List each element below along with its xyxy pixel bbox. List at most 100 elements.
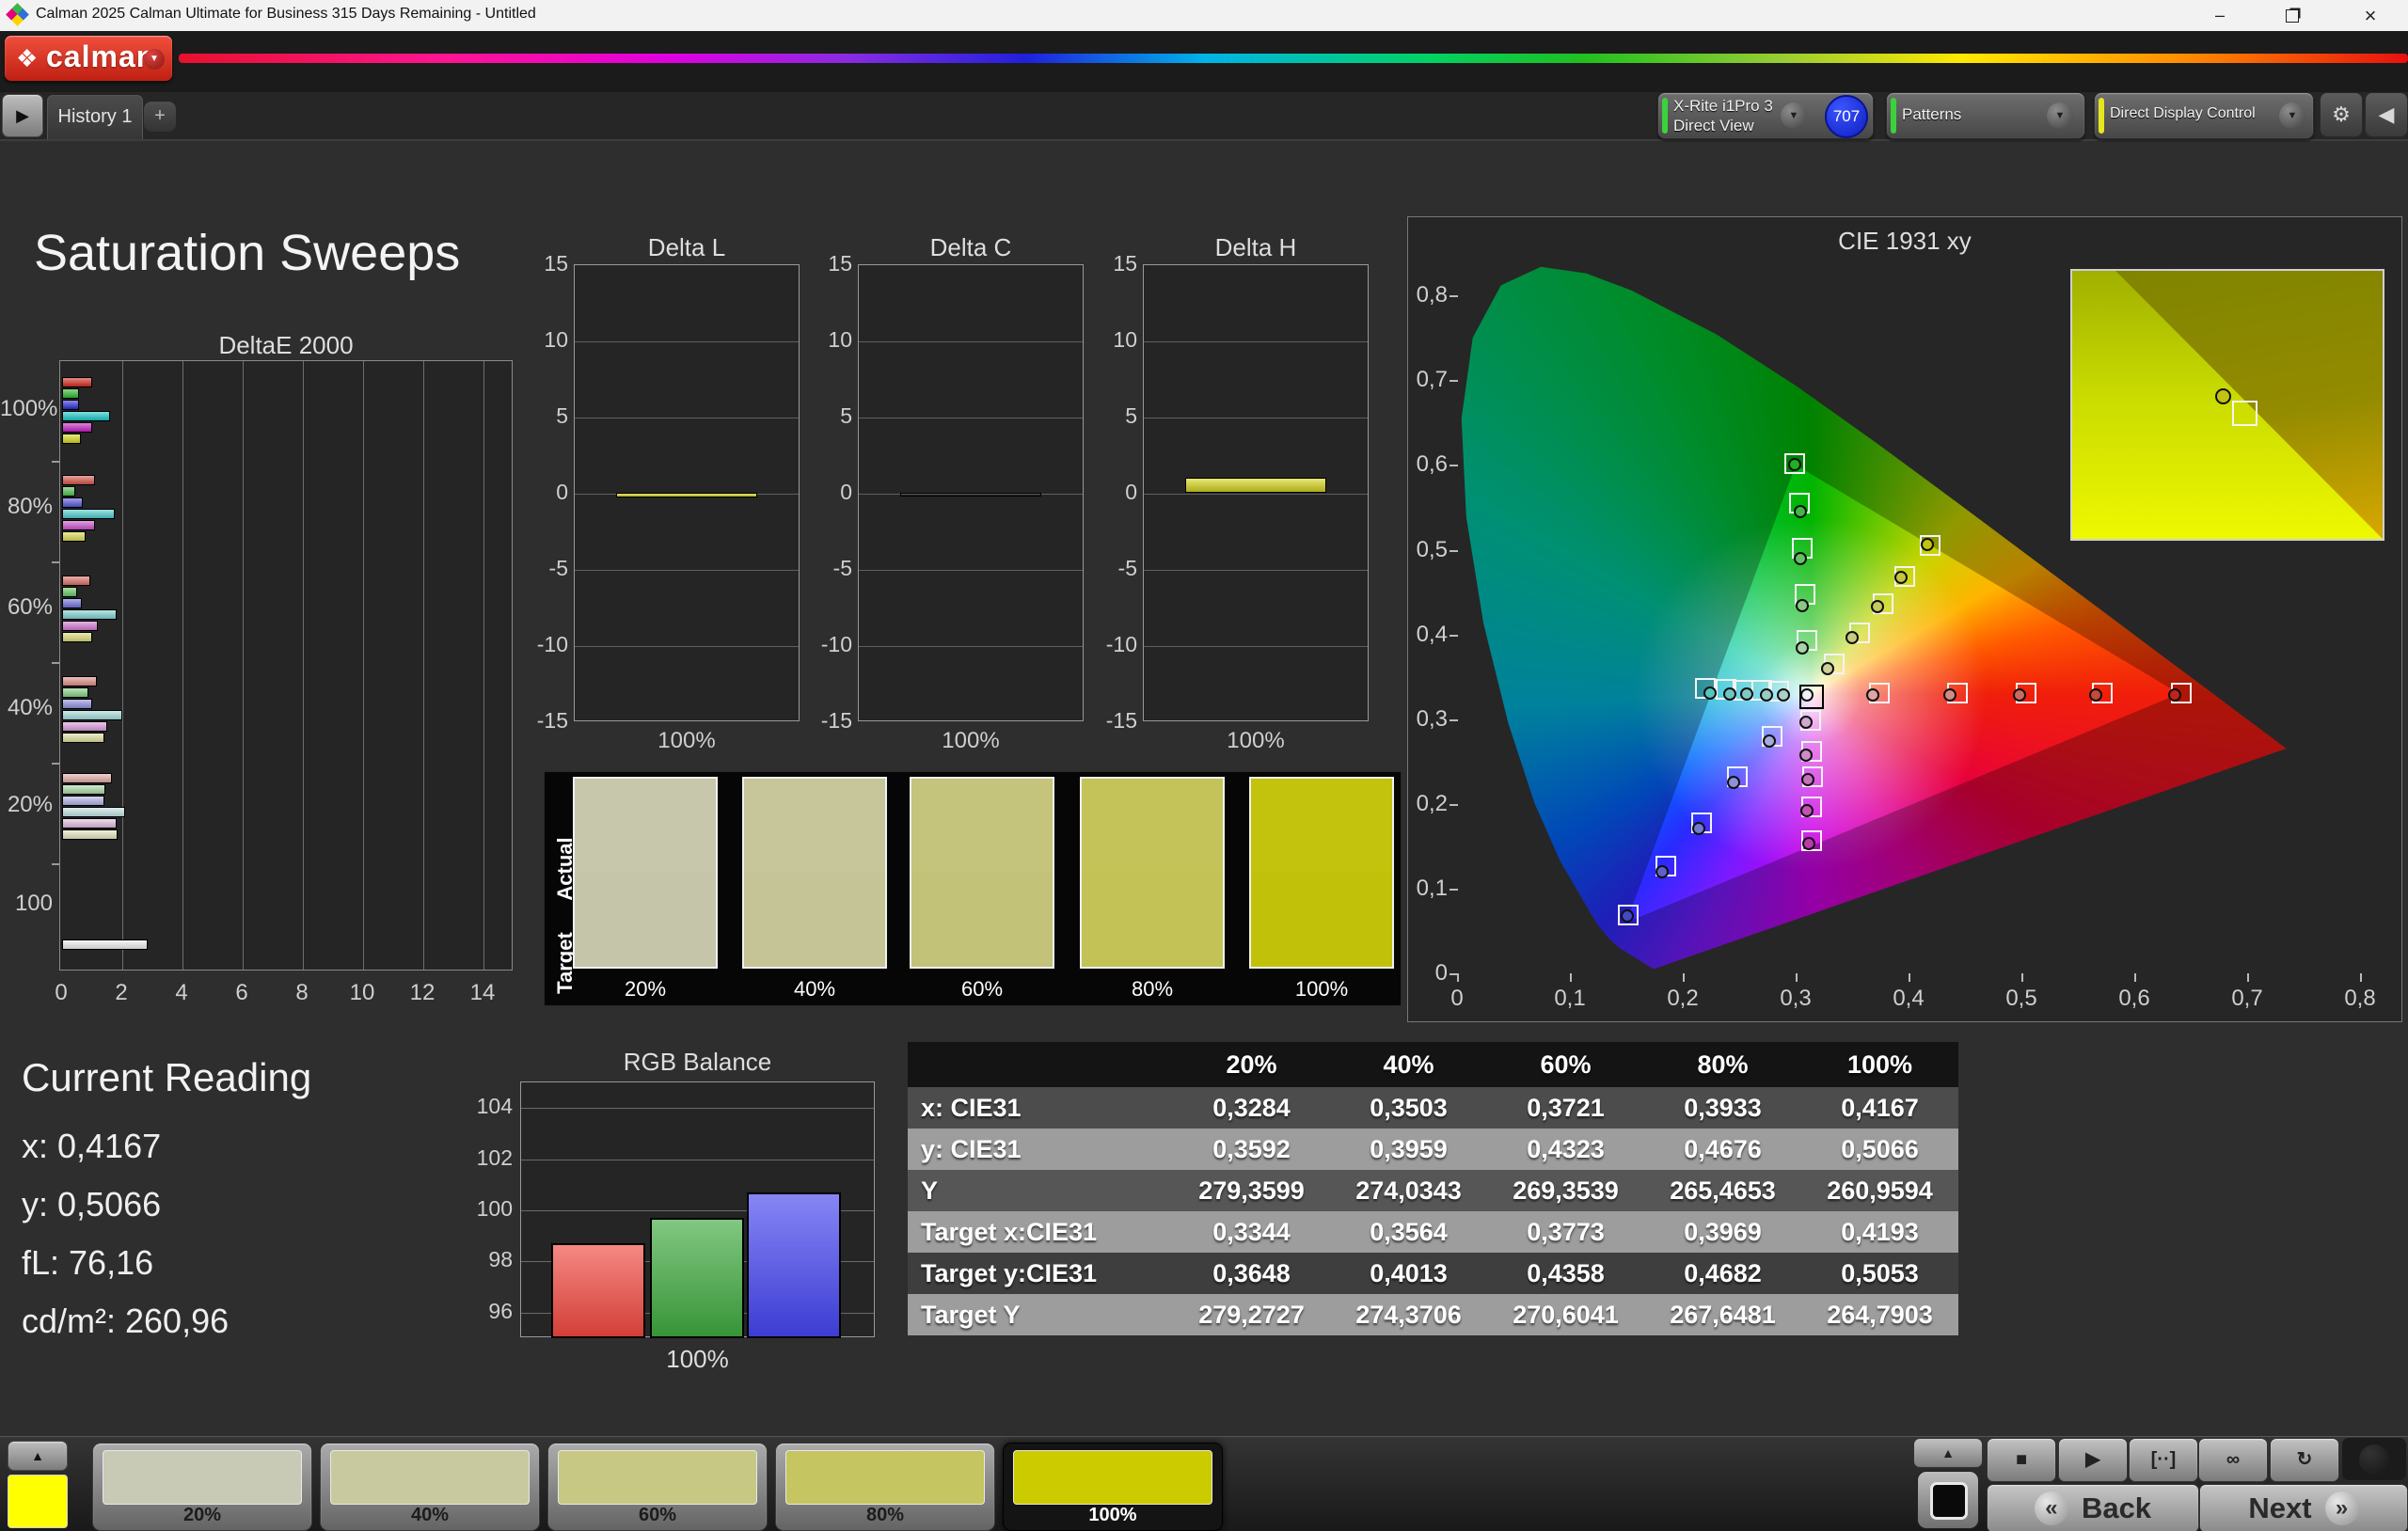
swatch-label-60%: 60% xyxy=(910,977,1054,1002)
meter-mode: Direct View xyxy=(1673,117,1754,135)
swatch-target-60% xyxy=(911,873,1053,967)
swatch-label-20%: 20% xyxy=(573,977,718,1002)
table-row-0: x: CIE310,32840,35030,37210,39330,4167 xyxy=(908,1087,1958,1129)
deltae-bar-40%-1 xyxy=(62,687,88,698)
cie-y-tick xyxy=(1450,295,1458,297)
mini-y-tick-label: 15 xyxy=(813,251,852,276)
read-continuous-button[interactable]: ∞ xyxy=(2198,1438,2268,1482)
add-tab-button[interactable]: + xyxy=(144,102,176,132)
mini-y-tick-label: -10 xyxy=(529,632,568,657)
deltae-group-label: 40% xyxy=(0,695,53,721)
deltae-y-tick xyxy=(52,561,59,563)
expand-sidebar-button[interactable]: ▶ xyxy=(2,94,43,137)
mini-gridline xyxy=(575,646,799,647)
rgb-gridline xyxy=(521,1108,874,1109)
chevron-down-icon: ▼ xyxy=(144,49,165,70)
pattern-button-100%[interactable]: 100% xyxy=(1003,1443,1223,1531)
pattern-button-40%[interactable]: 40% xyxy=(320,1443,540,1531)
table-cell: 0,3503 xyxy=(1330,1087,1487,1129)
cie-x-tick xyxy=(1796,973,1798,982)
deltae-gridline xyxy=(363,361,364,970)
calman-menu-button[interactable]: ❖ calman ▼ xyxy=(5,36,172,81)
table-cell: 0,4013 xyxy=(1330,1253,1487,1294)
pattern-button-20%[interactable]: 20% xyxy=(92,1443,312,1531)
table-row-1: y: CIE310,35920,39590,43230,46760,5066 xyxy=(908,1129,1958,1170)
pattern-bar: ▲ 20%40%60%80%100% ▲■▶[··]∞↻«BackNext» xyxy=(0,1436,2408,1531)
transport-popup-button[interactable]: ▲ xyxy=(1913,1438,1983,1468)
cie-measured-cyan-0 xyxy=(1777,688,1790,702)
cie-measured-cyan-4 xyxy=(1703,687,1717,700)
deltae-bar-60%-1 xyxy=(62,587,77,597)
deltae-x-tick-label: 10 xyxy=(343,980,381,1006)
close-button[interactable]: × xyxy=(2342,0,2399,31)
cie-x-tick xyxy=(1683,973,1685,982)
pattern-window-button[interactable] xyxy=(1917,1471,1979,1529)
rgb-y-tick-label: 98 xyxy=(467,1247,513,1272)
back-button[interactable]: «Back xyxy=(1987,1484,2199,1531)
display-control-selector[interactable]: Direct Display Control ▼ xyxy=(2094,92,2314,139)
pattern-button-60%[interactable]: 60% xyxy=(547,1443,768,1531)
mini-y-tick-label: 15 xyxy=(1098,251,1137,276)
rgb-balance-plot xyxy=(520,1081,875,1337)
cie-measured-red-2 xyxy=(2013,688,2026,702)
gear-icon: ⚙ xyxy=(2332,103,2351,126)
play-button[interactable]: ▶ xyxy=(2058,1438,2128,1482)
deltae-group-label: 80% xyxy=(0,494,53,520)
table-cell: 0,3564 xyxy=(1330,1211,1487,1253)
deltae-bar-20%-3 xyxy=(62,807,125,817)
swatch-actual-60% xyxy=(911,779,1053,873)
cie-1931-panel: CIE 1931 xy 00,10,20,30,40,50,60,70,800,… xyxy=(1407,216,2402,1022)
cie-measured-magenta-2 xyxy=(1801,773,1814,786)
cie-x-tick xyxy=(2021,973,2023,982)
cie-y-tick-label: 0,7 xyxy=(1406,367,1448,393)
next-button[interactable]: Next» xyxy=(2199,1484,2408,1531)
cie-inset-bright-region xyxy=(2072,271,2383,539)
swatch-target-40% xyxy=(744,873,885,967)
cie-x-tick-label: 0 xyxy=(1429,986,1485,1012)
chevron-down-icon[interactable]: ▼ xyxy=(2047,103,2073,129)
cie-x-tick-label: 0,3 xyxy=(1767,986,1824,1012)
read-series-button[interactable]: [··] xyxy=(2129,1438,2198,1482)
table-header-cell: 20% xyxy=(1173,1042,1330,1087)
mini-x-label-delta_h: 100% xyxy=(1143,728,1369,754)
deltae-y-tick xyxy=(52,763,59,765)
table-header-cell: 100% xyxy=(1801,1042,1958,1087)
swatch-target-100% xyxy=(1251,873,1392,967)
chevron-down-icon[interactable]: ▼ xyxy=(2279,103,2305,129)
mini-chart-title-delta_h: Delta H xyxy=(1143,233,1369,262)
settings-button[interactable]: ⚙ xyxy=(2320,92,2363,137)
table-cell: 269,3539 xyxy=(1487,1170,1644,1211)
deltae-bar-80%-5 xyxy=(62,531,86,542)
table-cell: 279,2727 xyxy=(1173,1294,1330,1335)
table-row-2: Y279,3599274,0343269,3539265,4653260,959… xyxy=(908,1170,1958,1211)
stop-button[interactable]: ■ xyxy=(1987,1438,2056,1482)
cie-x-tick xyxy=(2247,973,2249,982)
table-row-label: Y xyxy=(908,1170,1173,1211)
mini-y-tick-label: -5 xyxy=(813,556,852,581)
minimize-button[interactable]: – xyxy=(2192,0,2248,31)
deltae-bar-20%-2 xyxy=(62,796,104,806)
deltae-bar-60%-5 xyxy=(62,632,92,642)
collapse-panel-button[interactable]: ◀ xyxy=(2365,92,2408,137)
chevron-left-icon: ◀ xyxy=(2379,103,2395,126)
cie-y-tick-label: 0,6 xyxy=(1406,451,1448,478)
deltae-bar-60%-4 xyxy=(62,621,98,631)
patterns-selector[interactable]: Patterns ▼ xyxy=(1886,92,2085,139)
chevron-down-icon[interactable]: ▼ xyxy=(1781,103,1807,129)
deltae-bar-60%-0 xyxy=(62,576,90,586)
table-cell: 274,0343 xyxy=(1330,1170,1487,1211)
deltae-bar-80%-2 xyxy=(62,497,83,508)
cie-measured-magenta-0 xyxy=(1799,716,1813,729)
mini-gridline xyxy=(575,494,799,495)
rgb-gridline xyxy=(521,1210,874,1211)
restore-button[interactable] xyxy=(2264,0,2321,31)
rgb-bar-blue xyxy=(747,1192,841,1338)
tab-history-1[interactable]: History 1 xyxy=(47,95,143,139)
refresh-button[interactable]: ↻ xyxy=(2270,1438,2339,1482)
mini-chart-title-delta_c: Delta C xyxy=(858,233,1084,262)
cie-y-tick-label: 0,8 xyxy=(1406,282,1448,308)
pattern-button-80%[interactable]: 80% xyxy=(775,1443,995,1531)
deltae-y-tick xyxy=(52,863,59,865)
cie-plot: 00,10,20,30,40,50,60,70,800,10,20,30,40,… xyxy=(1421,260,2401,1012)
current-reading-y: y: 0,5066 xyxy=(22,1185,161,1224)
